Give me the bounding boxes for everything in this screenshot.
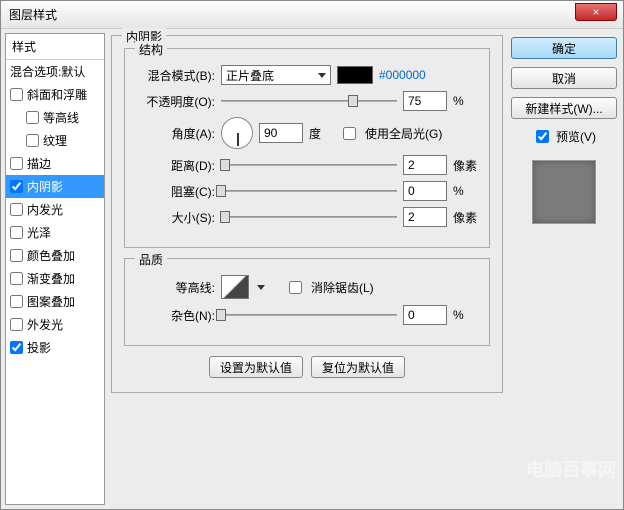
style-item-checkbox[interactable] <box>10 341 23 354</box>
angle-input[interactable]: 90 <box>259 123 303 143</box>
style-item[interactable]: 等高线 <box>6 106 104 129</box>
global-light-label: 使用全局光(G) <box>365 125 442 142</box>
ok-button[interactable]: 确定 <box>511 37 617 59</box>
structure-group: 结构 混合模式(B): 正片叠底 #000000 不透明度(O): 75 <box>124 48 490 248</box>
style-item-label: 斜面和浮雕 <box>27 86 87 103</box>
window-title: 图层样式 <box>5 6 57 23</box>
antialias-checkbox[interactable] <box>289 281 302 294</box>
chevron-down-icon[interactable] <box>257 285 265 290</box>
size-label: 大小(S): <box>137 209 215 226</box>
noise-slider[interactable] <box>221 307 397 323</box>
style-item-checkbox[interactable] <box>10 272 23 285</box>
inner-shadow-group: 内阴影 结构 混合模式(B): 正片叠底 #000000 不透明度(O): <box>111 35 503 393</box>
style-item[interactable]: 投影 <box>6 336 104 359</box>
style-item-checkbox[interactable] <box>10 226 23 239</box>
style-item-label: 外发光 <box>27 316 63 333</box>
settings-panel: 内阴影 结构 混合模式(B): 正片叠底 #000000 不透明度(O): <box>111 33 503 505</box>
style-item-checkbox[interactable] <box>10 318 23 331</box>
quality-legend: 品质 <box>135 251 167 268</box>
reset-default-button[interactable]: 复位为默认值 <box>311 356 405 378</box>
contour-label: 等高线: <box>137 279 215 296</box>
style-item[interactable]: 外发光 <box>6 313 104 336</box>
opacity-label: 不透明度(O): <box>137 93 215 110</box>
choke-input[interactable]: 0 <box>403 181 447 201</box>
antialias-label: 消除锯齿(L) <box>311 279 374 296</box>
contour-picker[interactable] <box>221 275 249 299</box>
make-default-button[interactable]: 设置为默认值 <box>209 356 303 378</box>
style-item-label: 内阴影 <box>27 178 63 195</box>
style-list: 样式 混合选项:默认 斜面和浮雕等高线纹理描边内阴影内发光光泽颜色叠加渐变叠加图… <box>5 33 105 505</box>
noise-label: 杂色(N): <box>137 307 215 324</box>
style-item-checkbox[interactable] <box>10 88 23 101</box>
style-item-label: 等高线 <box>43 109 79 126</box>
style-item-label: 描边 <box>27 155 51 172</box>
opacity-slider[interactable] <box>221 93 397 109</box>
style-item[interactable]: 斜面和浮雕 <box>6 83 104 106</box>
style-item-checkbox[interactable] <box>26 134 39 147</box>
style-item[interactable]: 图案叠加 <box>6 290 104 313</box>
choke-label: 阻塞(C): <box>137 183 215 200</box>
distance-input[interactable]: 2 <box>403 155 447 175</box>
right-panel: 确定 取消 新建样式(W)... 预览(V) <box>509 33 619 505</box>
style-item-label: 投影 <box>27 339 51 356</box>
style-item-checkbox[interactable] <box>10 203 23 216</box>
style-item-checkbox[interactable] <box>10 249 23 262</box>
quality-group: 品质 等高线: 消除锯齿(L) 杂色(N): 0 % <box>124 258 490 346</box>
cancel-button[interactable]: 取消 <box>511 67 617 89</box>
choke-slider[interactable] <box>221 183 397 199</box>
close-button[interactable]: × <box>575 3 617 21</box>
preview-checkbox[interactable] <box>536 130 549 143</box>
blend-mode-label: 混合模式(B): <box>137 67 215 84</box>
distance-slider[interactable] <box>221 157 397 173</box>
size-input[interactable]: 2 <box>403 207 447 227</box>
global-light-checkbox[interactable] <box>343 127 356 140</box>
style-item[interactable]: 内发光 <box>6 198 104 221</box>
noise-input[interactable]: 0 <box>403 305 447 325</box>
layer-style-dialog: 图层样式 × 样式 混合选项:默认 斜面和浮雕等高线纹理描边内阴影内发光光泽颜色… <box>0 0 624 510</box>
preview-label: 预览(V) <box>556 128 596 145</box>
blend-mode-select[interactable]: 正片叠底 <box>221 65 331 85</box>
opacity-input[interactable]: 75 <box>403 91 447 111</box>
color-swatch[interactable] <box>337 66 373 84</box>
style-item-label: 渐变叠加 <box>27 270 75 287</box>
size-slider[interactable] <box>221 209 397 225</box>
style-item-checkbox[interactable] <box>26 111 39 124</box>
style-item-checkbox[interactable] <box>10 157 23 170</box>
style-item-label: 光泽 <box>27 224 51 241</box>
blending-options-row[interactable]: 混合选项:默认 <box>6 60 104 83</box>
color-hex: #000000 <box>379 68 426 82</box>
style-item[interactable]: 内阴影 <box>6 175 104 198</box>
titlebar: 图层样式 × <box>1 1 623 29</box>
style-item[interactable]: 光泽 <box>6 221 104 244</box>
style-item-label: 纹理 <box>43 132 67 149</box>
style-item-label: 颜色叠加 <box>27 247 75 264</box>
style-list-header: 样式 <box>6 34 104 60</box>
style-item[interactable]: 渐变叠加 <box>6 267 104 290</box>
angle-dial[interactable] <box>221 117 253 149</box>
style-item-checkbox[interactable] <box>10 295 23 308</box>
structure-legend: 结构 <box>135 41 167 58</box>
style-item-label: 图案叠加 <box>27 293 75 310</box>
preview-thumbnail <box>532 160 596 224</box>
distance-label: 距离(D): <box>137 157 215 174</box>
angle-label: 角度(A): <box>137 125 215 142</box>
style-item-label: 内发光 <box>27 201 63 218</box>
style-item[interactable]: 纹理 <box>6 129 104 152</box>
style-item[interactable]: 描边 <box>6 152 104 175</box>
new-style-button[interactable]: 新建样式(W)... <box>511 97 617 119</box>
style-item[interactable]: 颜色叠加 <box>6 244 104 267</box>
chevron-down-icon <box>318 73 326 78</box>
style-item-checkbox[interactable] <box>10 180 23 193</box>
